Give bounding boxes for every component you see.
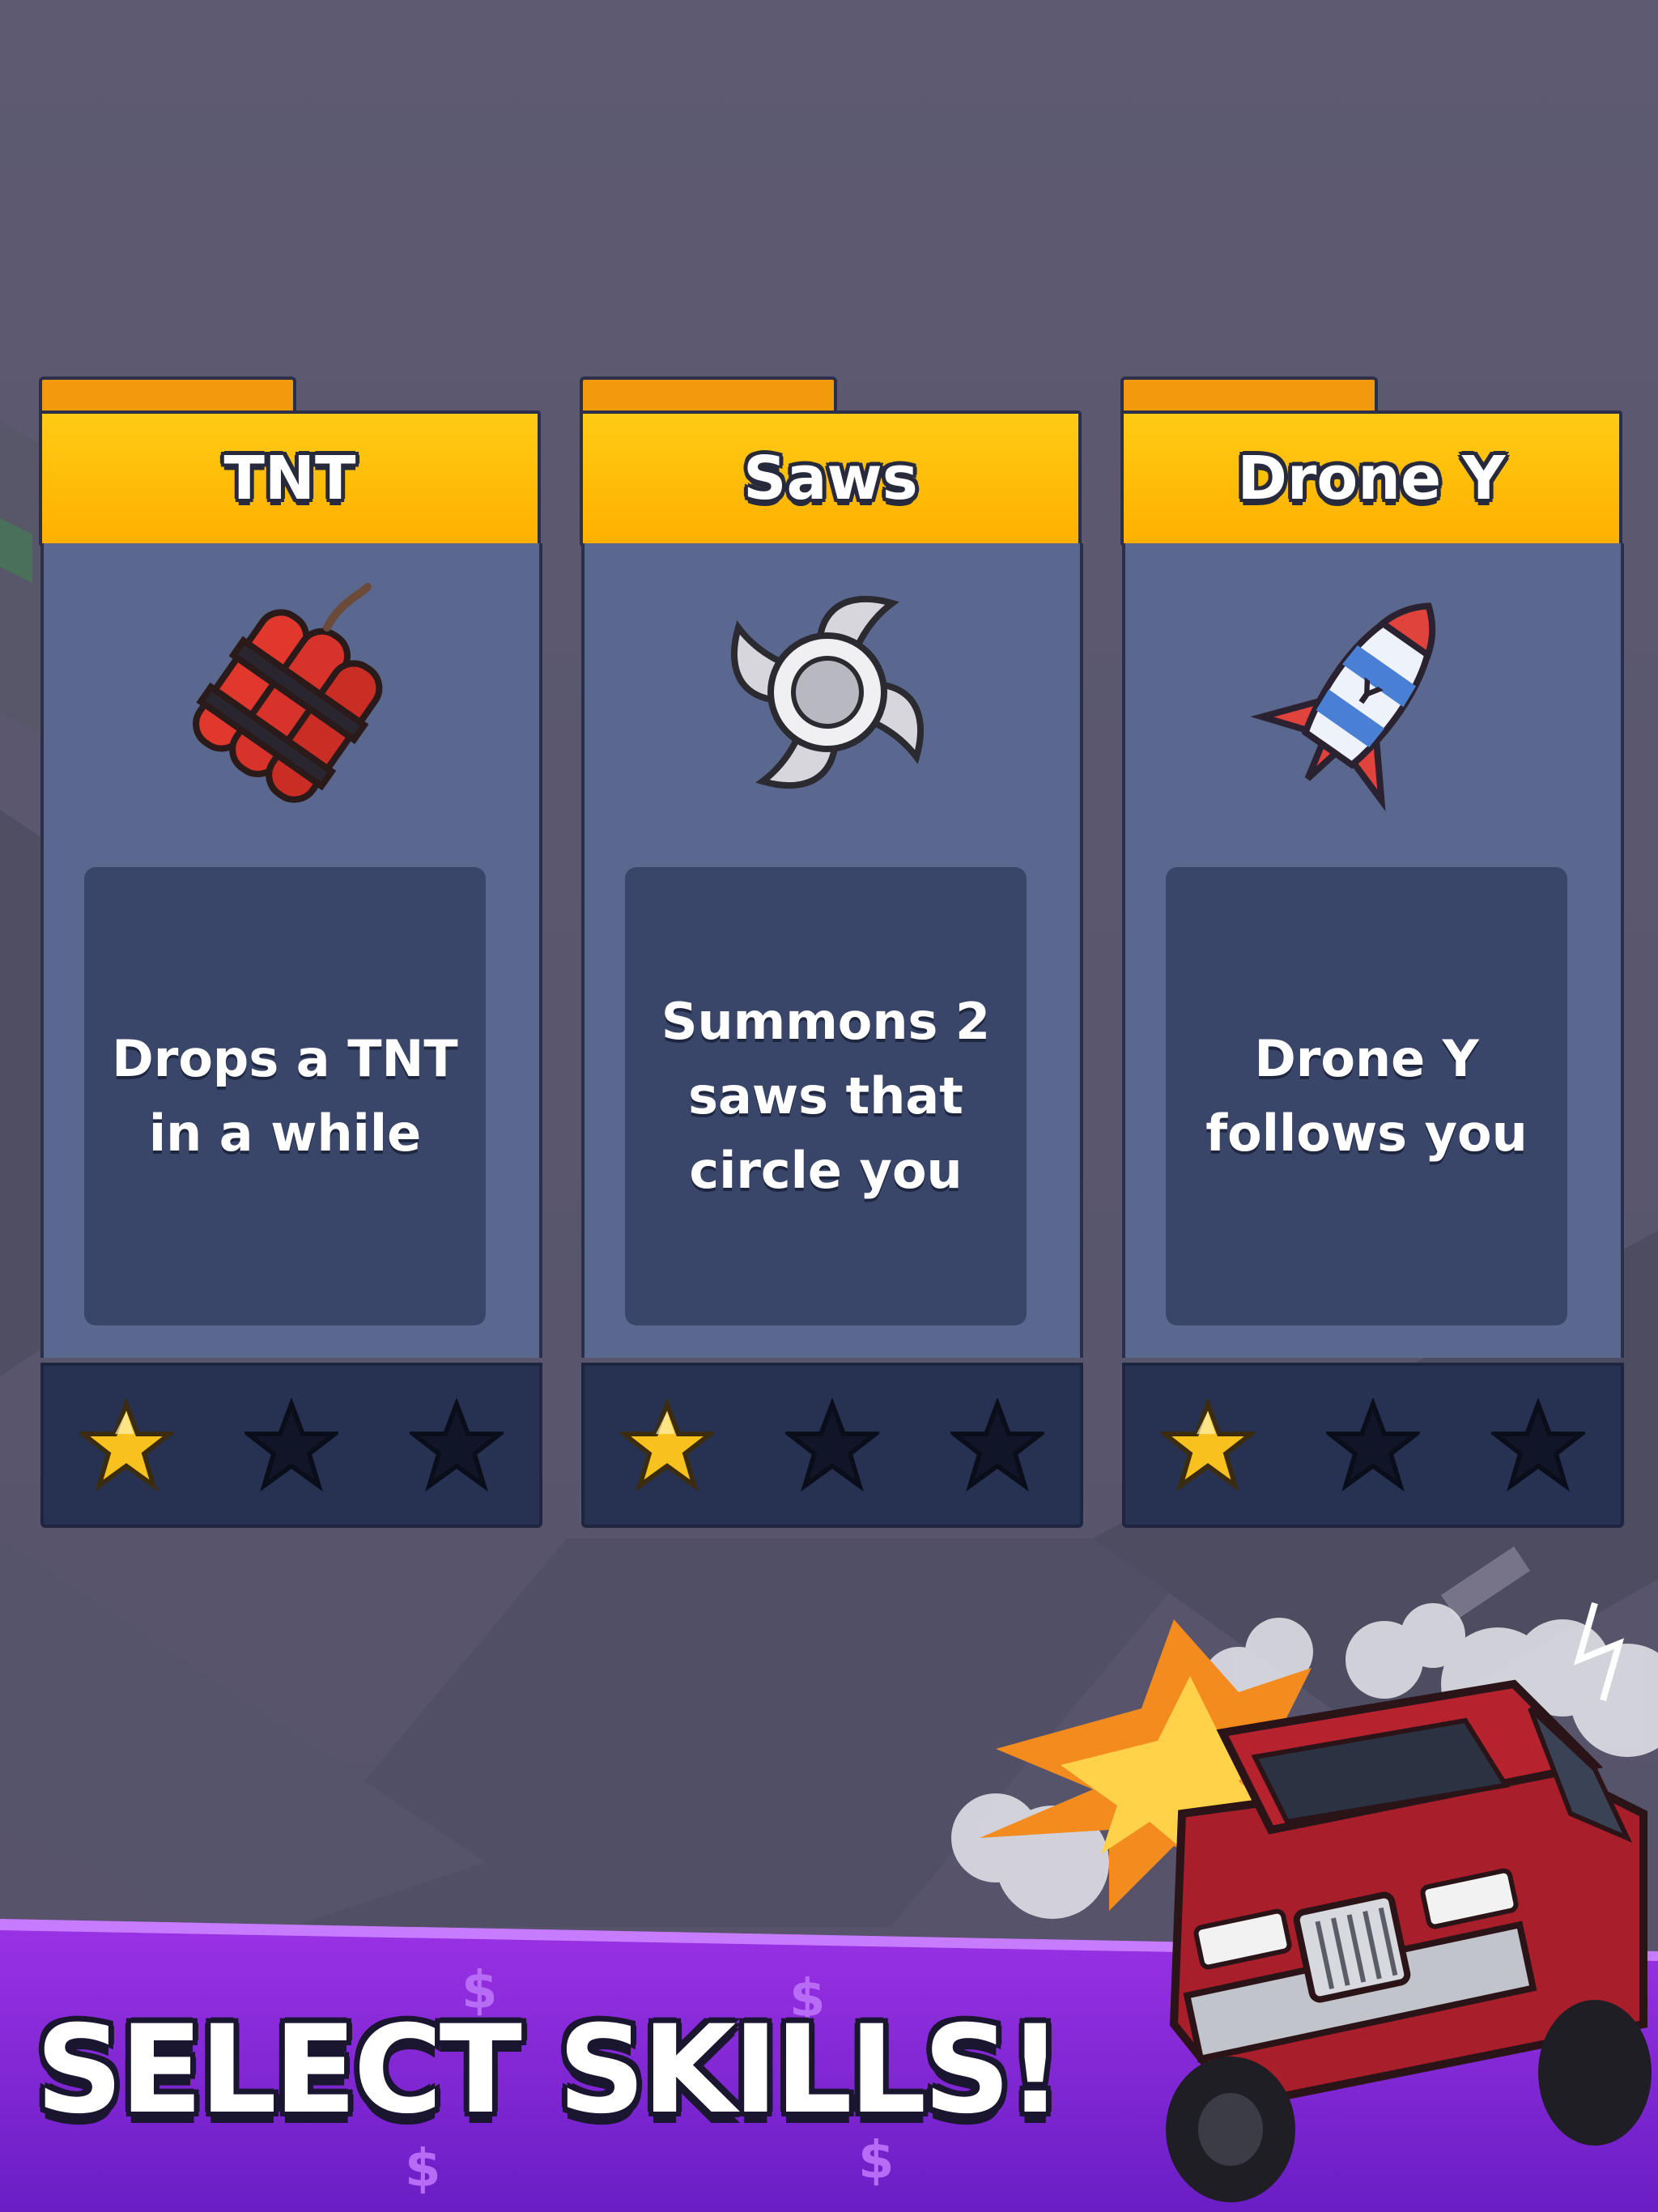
- skill-name: TNT: [223, 444, 356, 513]
- star-empty-icon: [785, 1398, 879, 1492]
- star-filled-icon: [79, 1398, 173, 1492]
- skill-card-saws[interactable]: Saws Summons 2 saws that circle you: [580, 376, 1083, 1528]
- star-empty-icon: [950, 1398, 1044, 1492]
- star-rating: [40, 1363, 542, 1528]
- dynamite-icon: [165, 571, 408, 814]
- saw-blade-icon: [706, 571, 949, 814]
- star-filled-icon: [1161, 1398, 1255, 1492]
- skill-card-tnt[interactable]: TNT Drops a TNT in a while: [39, 376, 542, 1528]
- description-panel: Drops a TNT in a while: [84, 867, 486, 1325]
- svg-text:$: $: [405, 2139, 441, 2199]
- star-empty-icon: [1326, 1398, 1420, 1492]
- star-filled-icon: [620, 1398, 714, 1492]
- skill-card-drone-y[interactable]: Drone Y Y Drone Y follows you: [1120, 376, 1624, 1528]
- card-header: Saws: [580, 410, 1082, 547]
- star-empty-icon: [244, 1398, 338, 1492]
- star-empty-icon: [410, 1398, 504, 1492]
- skill-description: Summons 2 saws that circle you: [661, 992, 991, 1200]
- description-panel: Summons 2 saws that circle you: [625, 867, 1027, 1325]
- skill-description: Drops a TNT in a while: [112, 1029, 458, 1163]
- card-header: TNT: [39, 410, 541, 547]
- skill-name: Drone Y: [1237, 444, 1506, 513]
- rocket-drone-icon: Y: [1247, 571, 1490, 814]
- skill-description: Drone Y follows you: [1205, 1029, 1528, 1163]
- star-empty-icon: [1491, 1398, 1585, 1492]
- card-header: Drone Y: [1120, 410, 1622, 547]
- star-rating: [1122, 1363, 1624, 1528]
- screen-title: SELECT SKILLS!: [36, 2000, 1063, 2141]
- star-rating: [581, 1363, 1083, 1528]
- description-panel: Drone Y follows you: [1166, 867, 1567, 1325]
- skill-name: Saws: [743, 444, 918, 513]
